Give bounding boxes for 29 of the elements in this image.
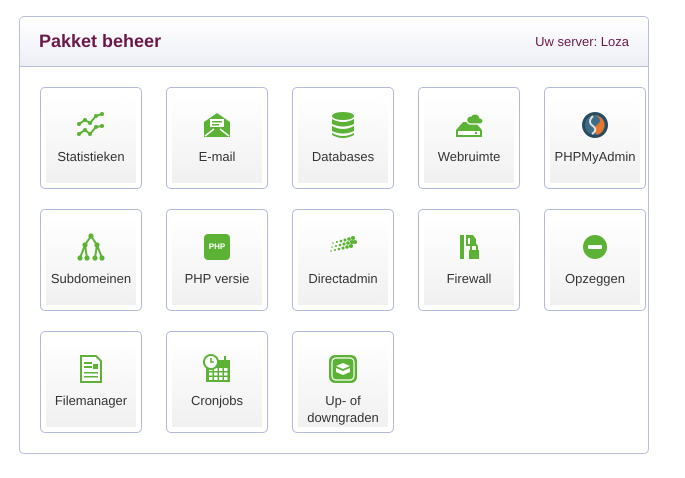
tile-button[interactable]: Databases	[292, 87, 394, 189]
server-info: Uw server: Loza	[535, 32, 629, 51]
tile-label: Filemanager	[54, 392, 128, 409]
tile-label: E-mail	[198, 148, 236, 165]
tile-button[interactable]: Directadmin	[292, 209, 394, 311]
tile-label: PHPMyAdmin	[554, 148, 636, 165]
tile-label: Opzeggen	[565, 270, 625, 287]
tile-button[interactable]: Filemanager	[40, 331, 142, 433]
tile-label: PHP versie	[184, 270, 250, 287]
tile-label: Directadmin	[308, 270, 378, 287]
tile-button[interactable]: PHP PHP versie	[166, 209, 268, 311]
tile-button[interactable]: Firewall	[418, 209, 520, 311]
tile-label: Subdomeinen	[50, 270, 132, 287]
tile-button[interactable]: PHPMyAdmin	[544, 87, 646, 189]
tile-label: Up- of downgraden	[306, 392, 380, 426]
panel-title: Pakket beheer	[39, 30, 162, 53]
tile-label: Databases	[312, 148, 374, 165]
tile-button[interactable]: Webruimte	[418, 87, 520, 189]
tile-button[interactable]: Cronjobs	[166, 331, 268, 433]
tile-label: Webruimte	[438, 148, 500, 165]
tile-label: Firewall	[446, 270, 492, 287]
tile-button[interactable]: Up- of downgraden	[292, 331, 394, 433]
php-icon: PHP	[204, 234, 230, 260]
tile-button[interactable]: Statistieken	[40, 87, 142, 189]
tile-label: Statistieken	[57, 148, 125, 165]
tile-button[interactable]: Opzeggen	[544, 209, 646, 311]
tile-label: Cronjobs	[190, 392, 244, 409]
tile-button[interactable]: E-mail	[166, 87, 268, 189]
tile-button[interactable]: Subdomeinen	[40, 209, 142, 311]
